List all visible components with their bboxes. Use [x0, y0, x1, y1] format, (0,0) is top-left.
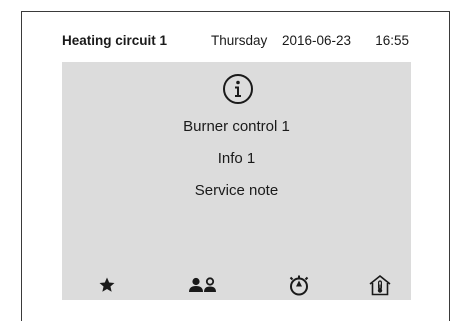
timer-icon: [289, 275, 308, 296]
bottom-toolbar: [62, 270, 411, 300]
date-label: 2016-06-23: [282, 32, 352, 48]
message-line-3: Service note: [194, 182, 279, 199]
heating-circuit-label[interactable]: Heating circuit 1: [62, 33, 167, 48]
weekday-label: Thursday: [211, 32, 268, 48]
info-icon: [223, 74, 253, 104]
message-panel: Burner control 1 Info 1 Service note: [62, 62, 411, 300]
home-temperature-button[interactable]: [348, 270, 411, 300]
message-line-2: Info 1: [217, 150, 256, 167]
timer-button[interactable]: [253, 270, 344, 300]
message-line-1: Burner control 1: [183, 118, 290, 135]
home-thermometer-icon: [369, 274, 390, 296]
time-label: 16:55: [375, 32, 409, 48]
status-header: Heating circuit 1 Thursday 2016-06-23 16…: [62, 26, 411, 54]
star-icon: [99, 277, 115, 292]
display-screen: Heating circuit 1 Thursday 2016-06-23 16…: [62, 26, 411, 310]
users-icon: [188, 277, 216, 292]
favorites-button[interactable]: [62, 270, 152, 300]
users-button[interactable]: [156, 270, 249, 300]
